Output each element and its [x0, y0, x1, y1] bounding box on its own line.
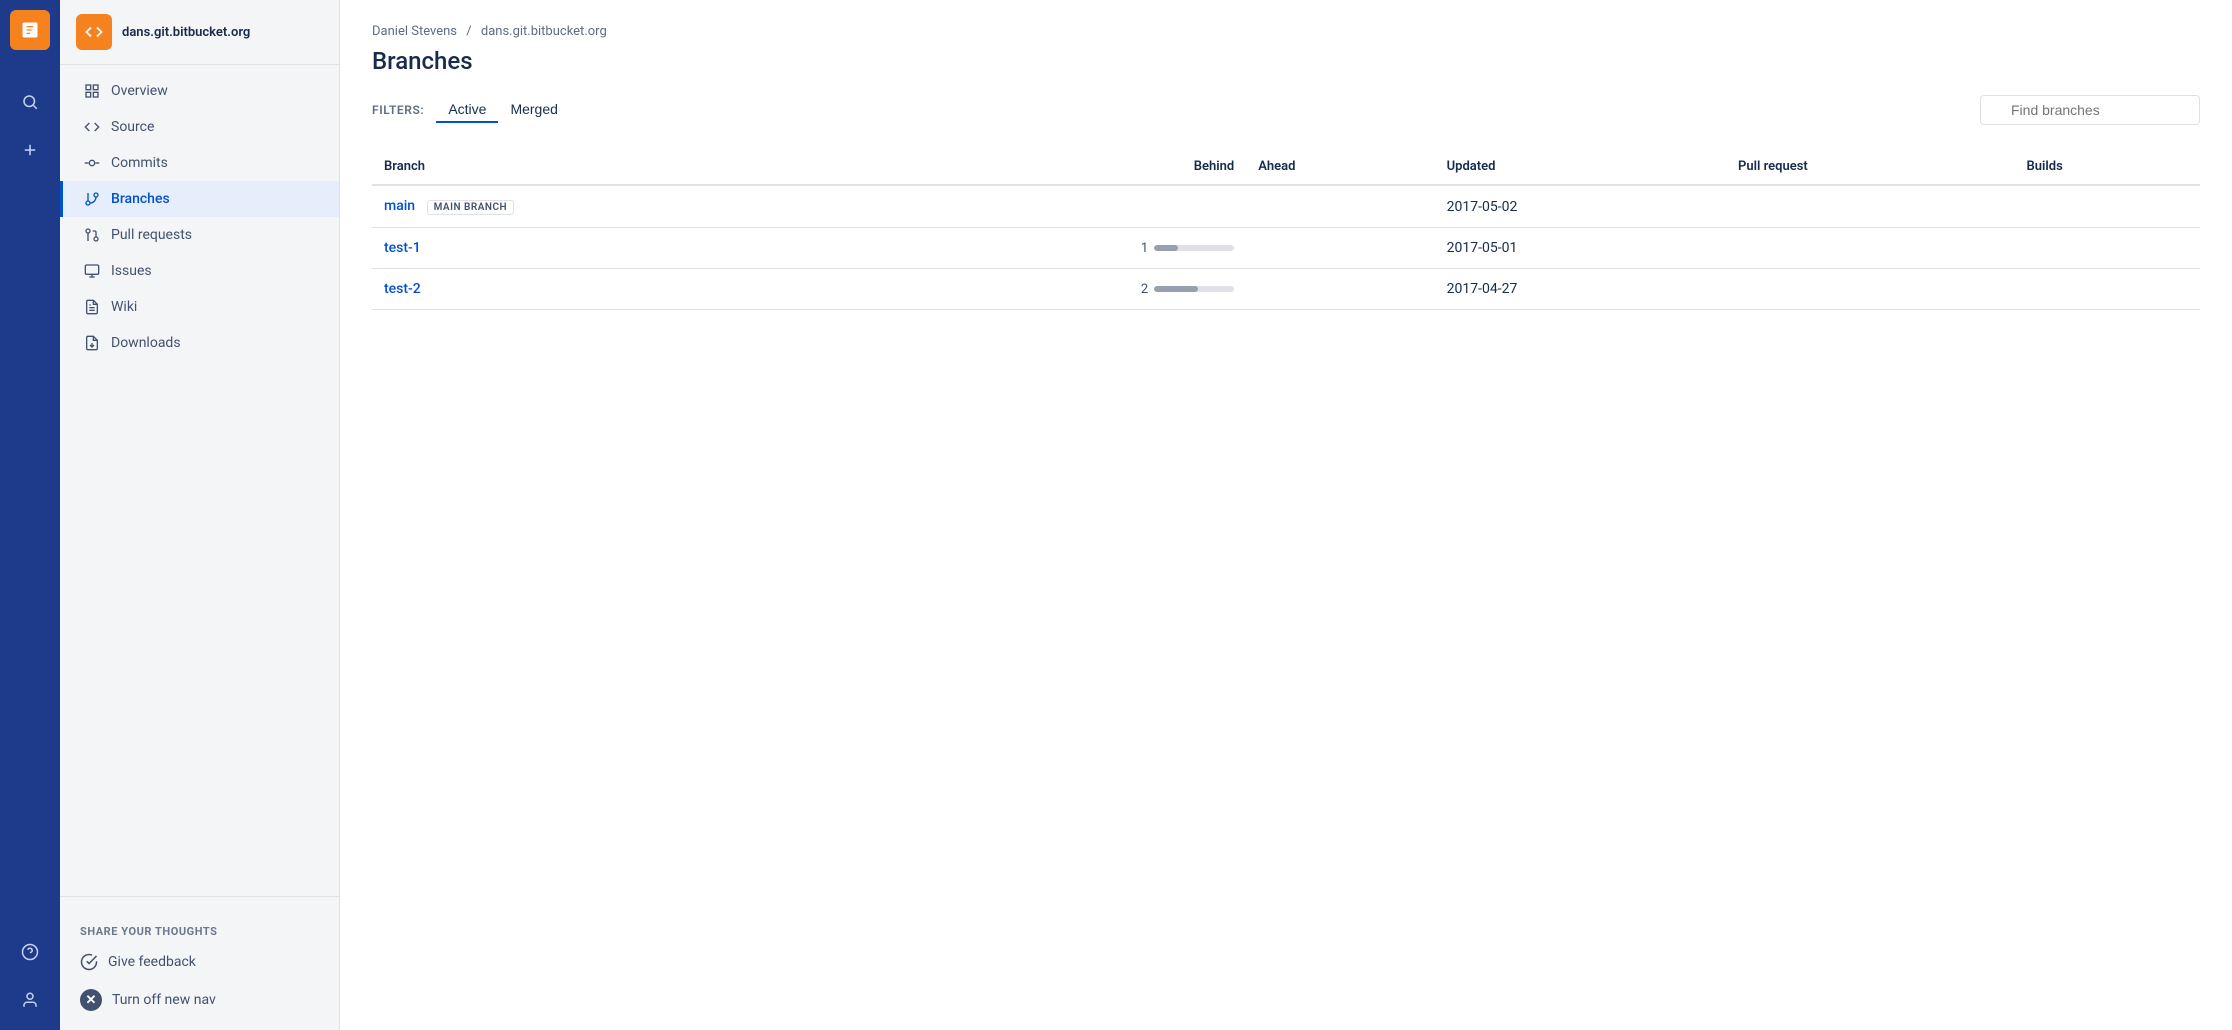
col-behind: Behind — [846, 149, 1246, 185]
branch-link-main[interactable]: main — [384, 198, 415, 214]
col-pull-request: Pull request — [1726, 149, 2015, 185]
sidebar-bottom: SHARE YOUR THOUGHTS Give feedback ✕ Turn… — [60, 896, 339, 1030]
grid-icon — [83, 82, 101, 100]
sidebar-item-pull-requests-label: Pull requests — [111, 227, 192, 243]
builds-cell-test1 — [2015, 228, 2200, 269]
breadcrumb-separator: / — [466, 24, 471, 39]
behind-bar-test1 — [1154, 245, 1234, 251]
feedback-icon — [80, 953, 98, 971]
search-icon[interactable] — [10, 82, 50, 122]
downloads-icon — [83, 334, 101, 352]
behind-bar-test2 — [1154, 286, 1234, 292]
sidebar-item-issues[interactable]: Issues — [60, 253, 339, 289]
find-branches-input[interactable] — [1980, 95, 2200, 125]
ahead-cell-main — [1246, 185, 1434, 228]
give-feedback-label: Give feedback — [108, 954, 196, 970]
branch-link-test2[interactable]: test-2 — [384, 281, 421, 297]
updated-cell-test2: 2017-04-27 — [1435, 269, 1726, 310]
issues-icon — [83, 262, 101, 280]
main-content: Daniel Stevens / dans.git.bitbucket.org … — [340, 0, 2232, 1030]
builds-cell-test2 — [2015, 269, 2200, 310]
sidebar: dans.git.bitbucket.org Overview Source — [60, 0, 340, 1030]
behind-cell-test2: 2 — [846, 269, 1246, 310]
table-row: test-2 2 2017-04-27 — [372, 269, 2200, 310]
behind-bar-fill-test2 — [1154, 286, 1198, 292]
sidebar-item-commits[interactable]: Commits — [60, 145, 339, 181]
behind-num-test1: 1 — [1128, 241, 1148, 256]
sidebar-item-branches-label: Branches — [111, 191, 170, 207]
search-wrap — [1980, 95, 2200, 125]
filter-merged-button[interactable]: Merged — [498, 97, 569, 123]
help-icon[interactable] — [10, 932, 50, 972]
pr-cell-test2 — [1726, 269, 2015, 310]
turn-off-nav-button[interactable]: ✕ Turn off new nav — [60, 980, 339, 1020]
col-branch: Branch — [372, 149, 846, 185]
nav-list: Overview Source Commits — [60, 65, 339, 369]
sidebar-item-wiki-label: Wiki — [111, 299, 137, 315]
wiki-icon — [83, 298, 101, 316]
branches-table: Branch Behind Ahead Updated Pull request… — [372, 149, 2200, 310]
breadcrumb: Daniel Stevens / dans.git.bitbucket.org — [372, 24, 2200, 39]
updated-cell-test1: 2017-05-01 — [1435, 228, 1726, 269]
sidebar-item-downloads[interactable]: Downloads — [60, 325, 339, 361]
icon-rail — [0, 0, 60, 1030]
behind-cell-main — [846, 185, 1246, 228]
table-row: test-1 1 2017-05-01 — [372, 228, 2200, 269]
sidebar-item-overview[interactable]: Overview — [60, 73, 339, 109]
page-title: Branches — [372, 47, 2200, 75]
bitbucket-logo[interactable] — [10, 10, 50, 50]
breadcrumb-user[interactable]: Daniel Stevens — [372, 24, 457, 39]
table-header: Branch Behind Ahead Updated Pull request… — [372, 149, 2200, 185]
sidebar-item-issues-label: Issues — [111, 263, 152, 279]
turn-off-icon: ✕ — [80, 989, 102, 1011]
turn-off-nav-label: Turn off new nav — [112, 992, 216, 1008]
code-icon — [83, 118, 101, 136]
repo-name: dans.git.bitbucket.org — [122, 25, 250, 40]
main-branch-badge: MAIN BRANCH — [427, 200, 515, 215]
col-builds: Builds — [2015, 149, 2200, 185]
branch-icon — [83, 190, 101, 208]
commit-icon — [83, 154, 101, 172]
ahead-cell-test1 — [1246, 228, 1434, 269]
search-box-wrap — [1980, 95, 2200, 125]
sidebar-item-downloads-label: Downloads — [111, 335, 181, 351]
give-feedback-button[interactable]: Give feedback — [60, 944, 339, 980]
table-row: main MAIN BRANCH 2017-05-02 — [372, 185, 2200, 228]
behind-num-test2: 2 — [1128, 282, 1148, 297]
branch-cell-test2: test-2 — [372, 269, 846, 310]
create-icon[interactable] — [10, 130, 50, 170]
user-icon[interactable] — [10, 980, 50, 1020]
pr-cell-test1 — [1726, 228, 2015, 269]
repo-header: dans.git.bitbucket.org — [60, 0, 339, 65]
updated-cell-main: 2017-05-02 — [1435, 185, 1726, 228]
behind-bar-fill-test1 — [1154, 245, 1178, 251]
sidebar-item-source[interactable]: Source — [60, 109, 339, 145]
share-thoughts-label: SHARE YOUR THOUGHTS — [60, 907, 339, 944]
repo-icon — [76, 14, 112, 50]
builds-cell-main — [2015, 185, 2200, 228]
table-body: main MAIN BRANCH 2017-05-02 test-1 1 — [372, 185, 2200, 310]
col-updated: Updated — [1435, 149, 1726, 185]
breadcrumb-repo[interactable]: dans.git.bitbucket.org — [481, 24, 607, 39]
col-ahead: Ahead — [1246, 149, 1434, 185]
sidebar-item-pull-requests[interactable]: Pull requests — [60, 217, 339, 253]
pull-request-icon — [83, 226, 101, 244]
sidebar-item-source-label: Source — [111, 119, 154, 135]
branch-link-test1[interactable]: test-1 — [384, 240, 421, 256]
ahead-cell-test2 — [1246, 269, 1434, 310]
pr-cell-main — [1726, 185, 2015, 228]
sidebar-item-branches[interactable]: Branches — [60, 181, 339, 217]
branch-cell-test1: test-1 — [372, 228, 846, 269]
filters-row: FILTERS: Active Merged — [372, 95, 2200, 125]
branch-cell-main: main MAIN BRANCH — [372, 185, 846, 228]
sidebar-item-overview-label: Overview — [111, 83, 168, 99]
sidebar-item-commits-label: Commits — [111, 155, 168, 171]
sidebar-item-wiki[interactable]: Wiki — [60, 289, 339, 325]
filters-label: FILTERS: — [372, 103, 424, 117]
filter-active-button[interactable]: Active — [436, 97, 498, 123]
behind-cell-test1: 1 — [846, 228, 1246, 269]
